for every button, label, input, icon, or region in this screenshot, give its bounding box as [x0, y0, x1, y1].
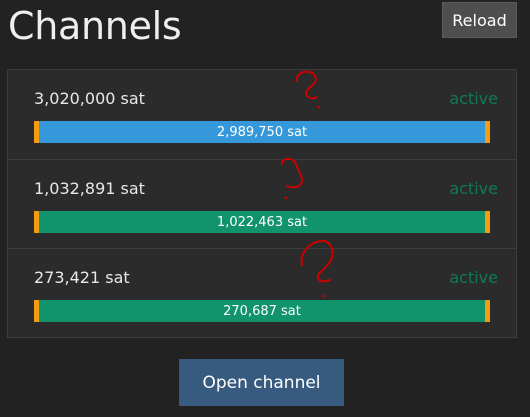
channel-capacity: 3,020,000 sat [34, 89, 145, 108]
channel-balance-bar: 270,687 sat [34, 300, 490, 322]
open-channel-button[interactable]: Open channel [179, 359, 344, 406]
channel-capacity: 273,421 sat [34, 268, 130, 287]
channel-list: 3,020,000 sat active 2,989,750 sat 1,032… [7, 69, 517, 338]
channel-balance-bar: 1,022,463 sat [34, 211, 490, 233]
page-title: Channels [8, 4, 182, 48]
channel-balance-label: 1,022,463 sat [216, 214, 308, 230]
channel-capacity: 1,032,891 sat [34, 179, 145, 198]
channel-row[interactable]: 273,421 sat active 270,687 sat [8, 248, 516, 337]
reload-button[interactable]: Reload [442, 2, 517, 38]
channel-balance-label: 270,687 sat [223, 303, 301, 319]
channel-row[interactable]: 3,020,000 sat active 2,989,750 sat [8, 70, 516, 159]
channel-balance-bar: 2,989,750 sat [34, 121, 490, 143]
channel-balance-label: 2,989,750 sat [216, 124, 308, 140]
channel-status: active [449, 179, 498, 198]
channel-status: active [449, 89, 498, 108]
channel-row[interactable]: 1,032,891 sat active 1,022,463 sat [8, 159, 516, 248]
channel-status: active [449, 268, 498, 287]
